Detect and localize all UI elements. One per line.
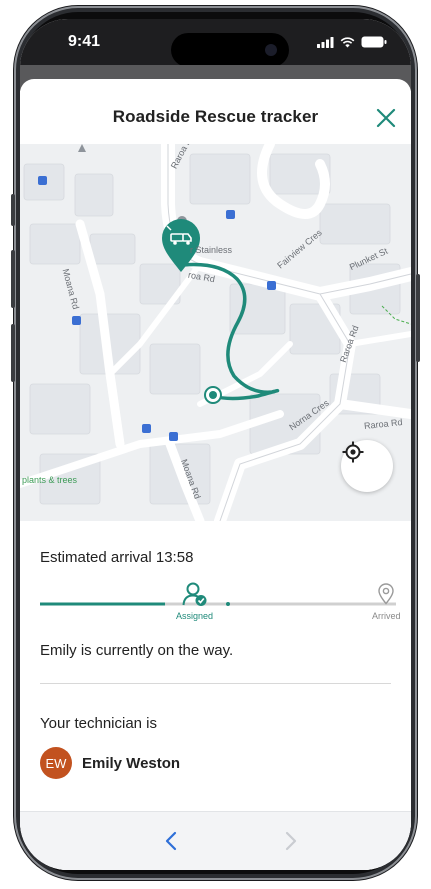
progress-tracker: Assigned Arrived: [40, 581, 401, 621]
volume-down-button: [11, 324, 15, 382]
status-icons: [317, 36, 387, 48]
cellular-signal-icon: [317, 36, 334, 48]
progress-label-assigned: Assigned: [176, 611, 214, 621]
forward-button[interactable]: [275, 826, 305, 856]
chevron-right-icon: [285, 831, 297, 851]
map-view[interactable]: Raroa Rd r Stainless roa Rd Fairview Cre…: [20, 144, 411, 521]
tracker-sheet: Roadside Rescue tracker Raroa Rd r Stain…: [20, 79, 411, 870]
locate-icon: [342, 441, 364, 463]
volume-up-button: [11, 250, 15, 308]
technician-heading: Your technician is: [40, 715, 158, 732]
back-button[interactable]: [157, 826, 187, 856]
pin-icon: [378, 583, 394, 605]
camera-icon: [265, 44, 277, 56]
divider: [40, 683, 391, 684]
locate-me-button[interactable]: [341, 440, 393, 492]
status-time: 9:41: [68, 33, 101, 50]
screen: 9:41 Roadside Rescue tracker Raroa Rd r …: [20, 19, 411, 870]
silent-switch: [11, 194, 15, 226]
map-label-plants: plants & trees: [22, 475, 78, 485]
page-title: Roadside Rescue tracker: [112, 107, 319, 126]
battery-icon: [361, 36, 387, 48]
avatar: EW: [40, 747, 72, 779]
status-message: Emily is currently on the way.: [40, 642, 234, 659]
close-button[interactable]: [373, 105, 399, 131]
estimated-arrival: Estimated arrival 13:58: [40, 549, 194, 566]
progress-bar: [40, 602, 396, 606]
technician-name: Emily Weston: [82, 755, 181, 772]
bottom-navigation: [20, 811, 411, 870]
progress-label-arrived: Arrived: [372, 611, 401, 621]
avatar-initials: EW: [45, 755, 67, 771]
status-bar: 9:41: [20, 19, 411, 71]
map-label-stainless: r Stainless: [190, 245, 233, 255]
technician-icon: [182, 582, 207, 606]
header: Roadside Rescue tracker: [20, 79, 411, 144]
wifi-icon: [340, 36, 355, 47]
close-icon: [376, 108, 396, 128]
dynamic-island: [171, 33, 289, 67]
chevron-left-icon: [165, 831, 177, 851]
power-button: [416, 274, 420, 362]
